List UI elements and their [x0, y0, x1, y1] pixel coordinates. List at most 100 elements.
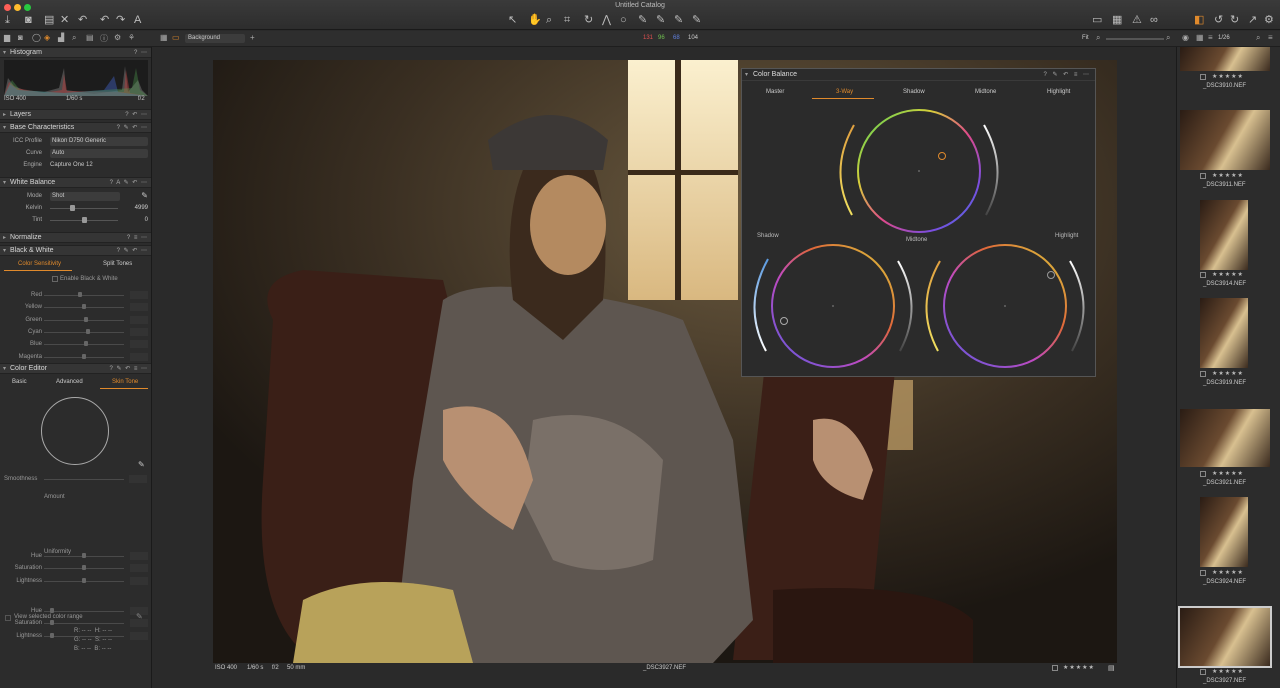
zoom-out-icon[interactable]: ⌕: [1096, 33, 1100, 43]
histogram-header[interactable]: ▾ Histogram? ⋯: [0, 47, 151, 58]
browser-grid-icon[interactable]: ▦: [1196, 33, 1204, 42]
reset-adjustments-icon[interactable]: ↺: [1214, 14, 1223, 26]
wb-picker-icon[interactable]: ✎: [141, 191, 148, 200]
redo-icon[interactable]: ↷: [116, 14, 125, 26]
copy-apply-icon[interactable]: ◧: [1194, 14, 1204, 26]
color-balance-header[interactable]: ▾ Color Balance ? ✎ ↶ ≡ ⋯: [742, 69, 1095, 81]
thumbnail-image[interactable]: [1180, 409, 1270, 467]
skin-tone-wheel[interactable]: [41, 397, 109, 465]
shadow-color-wheel[interactable]: [771, 244, 895, 368]
kelvin-value[interactable]: 4999: [135, 205, 148, 211]
import-icon[interactable]: ⤓: [5, 14, 10, 26]
color-tab-icon[interactable]: ◈: [44, 33, 50, 42]
wb-mode-select[interactable]: Shot: [50, 192, 120, 201]
adjustments-tab-icon[interactable]: ▤: [86, 33, 94, 42]
kelvin-slider[interactable]: [50, 208, 118, 209]
bw-knob[interactable]: [82, 304, 86, 310]
amount-lightness-knob[interactable]: [82, 577, 86, 583]
tab-master[interactable]: Master: [766, 89, 784, 95]
bw-knob[interactable]: [82, 353, 86, 359]
white-balance-header[interactable]: ▾ White Balance? A ✎ ↶ ⋯: [0, 177, 151, 188]
pan-tool-icon[interactable]: ✋: [528, 14, 542, 26]
thumbnail-rating[interactable]: ★★★★★: [1212, 73, 1244, 80]
rotate-tool-icon[interactable]: ↻: [584, 14, 593, 26]
lens-tab-icon[interactable]: ◯: [32, 33, 41, 42]
tint-value[interactable]: 0: [145, 217, 148, 223]
export-icon[interactable]: ▤: [44, 14, 54, 26]
bw-value[interactable]: [130, 303, 148, 312]
zoom-slider[interactable]: [1106, 38, 1164, 40]
grid-icon[interactable]: ▦: [1112, 14, 1122, 26]
amount-hue-knob[interactable]: [82, 553, 86, 558]
details-tab-icon[interactable]: ⌕: [72, 33, 76, 43]
highlight-lightness-arc[interactable]: [1069, 260, 1085, 352]
minimize-window-button[interactable]: [14, 4, 21, 11]
capture-tab-icon[interactable]: ◙: [18, 33, 23, 42]
bw-knob[interactable]: [84, 341, 88, 347]
refresh-icon[interactable]: ↻: [1230, 14, 1239, 26]
thumbnail-rating[interactable]: ★★★★★: [1212, 271, 1244, 278]
tab-skin-tone[interactable]: Skin Tone: [112, 379, 138, 385]
thumbnail-rating[interactable]: ★★★★★: [1212, 569, 1244, 576]
status-checkbox[interactable]: [1052, 665, 1058, 671]
uniformity-saturation-slider[interactable]: [44, 623, 124, 625]
crop-tool-icon[interactable]: ⌗: [564, 14, 570, 26]
library-tab-icon[interactable]: ▆: [4, 33, 10, 42]
loupe-tool-icon[interactable]: ⌕: [546, 14, 552, 26]
viewer-mode-icon[interactable]: ▭: [1092, 14, 1102, 26]
master-color-wheel[interactable]: [857, 109, 981, 233]
kelvin-knob[interactable]: [70, 205, 75, 211]
black-white-header[interactable]: ▾ Black & White? ✎ ↶ ⋯: [0, 245, 151, 256]
proof-glasses-icon[interactable]: ∞: [1150, 14, 1158, 26]
tab-basic[interactable]: Basic: [12, 379, 27, 385]
eye-icon[interactable]: ◉: [1182, 33, 1189, 42]
bw-knob[interactable]: [78, 292, 82, 297]
tab-shadow[interactable]: Shadow: [903, 89, 925, 95]
tab-advanced[interactable]: Advanced: [56, 379, 83, 385]
keystone-tool-icon[interactable]: ⋀: [602, 14, 611, 26]
thumbnail-rating[interactable]: ★★★★★: [1212, 370, 1244, 377]
bw-value[interactable]: [130, 352, 148, 361]
zoom-in-icon[interactable]: ⌕: [1166, 33, 1170, 43]
picker-tool-icon[interactable]: ✎: [692, 14, 701, 26]
uniformity-hue-knob[interactable]: [50, 608, 54, 613]
tint-knob[interactable]: [82, 217, 87, 223]
uniformity-lightness-value[interactable]: [130, 631, 148, 640]
delete-icon[interactable]: ✕: [60, 14, 69, 26]
eraser-tool-icon[interactable]: ✎: [674, 14, 683, 26]
close-window-button[interactable]: [4, 4, 11, 11]
thumbnail-checkbox[interactable]: [1200, 173, 1206, 179]
thumbnail-checkbox[interactable]: [1200, 669, 1206, 675]
tab-3-way[interactable]: 3-Way: [836, 89, 853, 95]
thumbnail-image[interactable]: [1200, 298, 1248, 368]
pointer-tool-icon[interactable]: ↖: [508, 14, 517, 26]
bw-slider[interactable]: [44, 331, 124, 333]
bw-value[interactable]: [130, 340, 148, 349]
thumbnail-checkbox[interactable]: [1200, 471, 1206, 477]
smoothness-slider[interactable]: [44, 479, 124, 480]
highlight-saturation-arc[interactable]: [925, 260, 941, 352]
curve-select[interactable]: Auto: [50, 149, 148, 158]
tab-color-sensitivity[interactable]: Color Sensitivity: [18, 261, 61, 267]
bw-value[interactable]: [130, 291, 148, 299]
batch-tab-icon[interactable]: ⚘: [128, 33, 135, 42]
master-lightness-arc[interactable]: [983, 124, 999, 216]
tab-split-tones[interactable]: Split Tones: [103, 261, 132, 267]
warning-icon[interactable]: ⚠: [1132, 14, 1142, 26]
tab-highlight[interactable]: Highlight: [1047, 89, 1070, 95]
undo-icon[interactable]: ↶: [78, 14, 87, 26]
exposure-tab-icon[interactable]: ▟: [58, 33, 64, 42]
thumbnail-image[interactable]: [1180, 110, 1270, 170]
add-layer-icon[interactable]: +: [250, 33, 255, 42]
thumbnail-checkbox[interactable]: [1200, 570, 1206, 576]
thumbnail-image[interactable]: [1178, 606, 1272, 668]
metadata-tab-icon[interactable]: ⓘ: [100, 33, 108, 44]
browser-list-icon[interactable]: ≡: [1208, 33, 1213, 42]
uniformity-saturation-knob[interactable]: [50, 620, 54, 626]
settings-icon[interactable]: ⚙: [1264, 14, 1274, 26]
skin-picker-icon[interactable]: ✎: [138, 460, 145, 469]
text-tool-icon[interactable]: A: [134, 14, 141, 26]
search-icon[interactable]: ⌕: [1256, 33, 1260, 43]
amount-saturation-knob[interactable]: [82, 565, 86, 571]
thumbnail-image[interactable]: [1200, 497, 1248, 567]
